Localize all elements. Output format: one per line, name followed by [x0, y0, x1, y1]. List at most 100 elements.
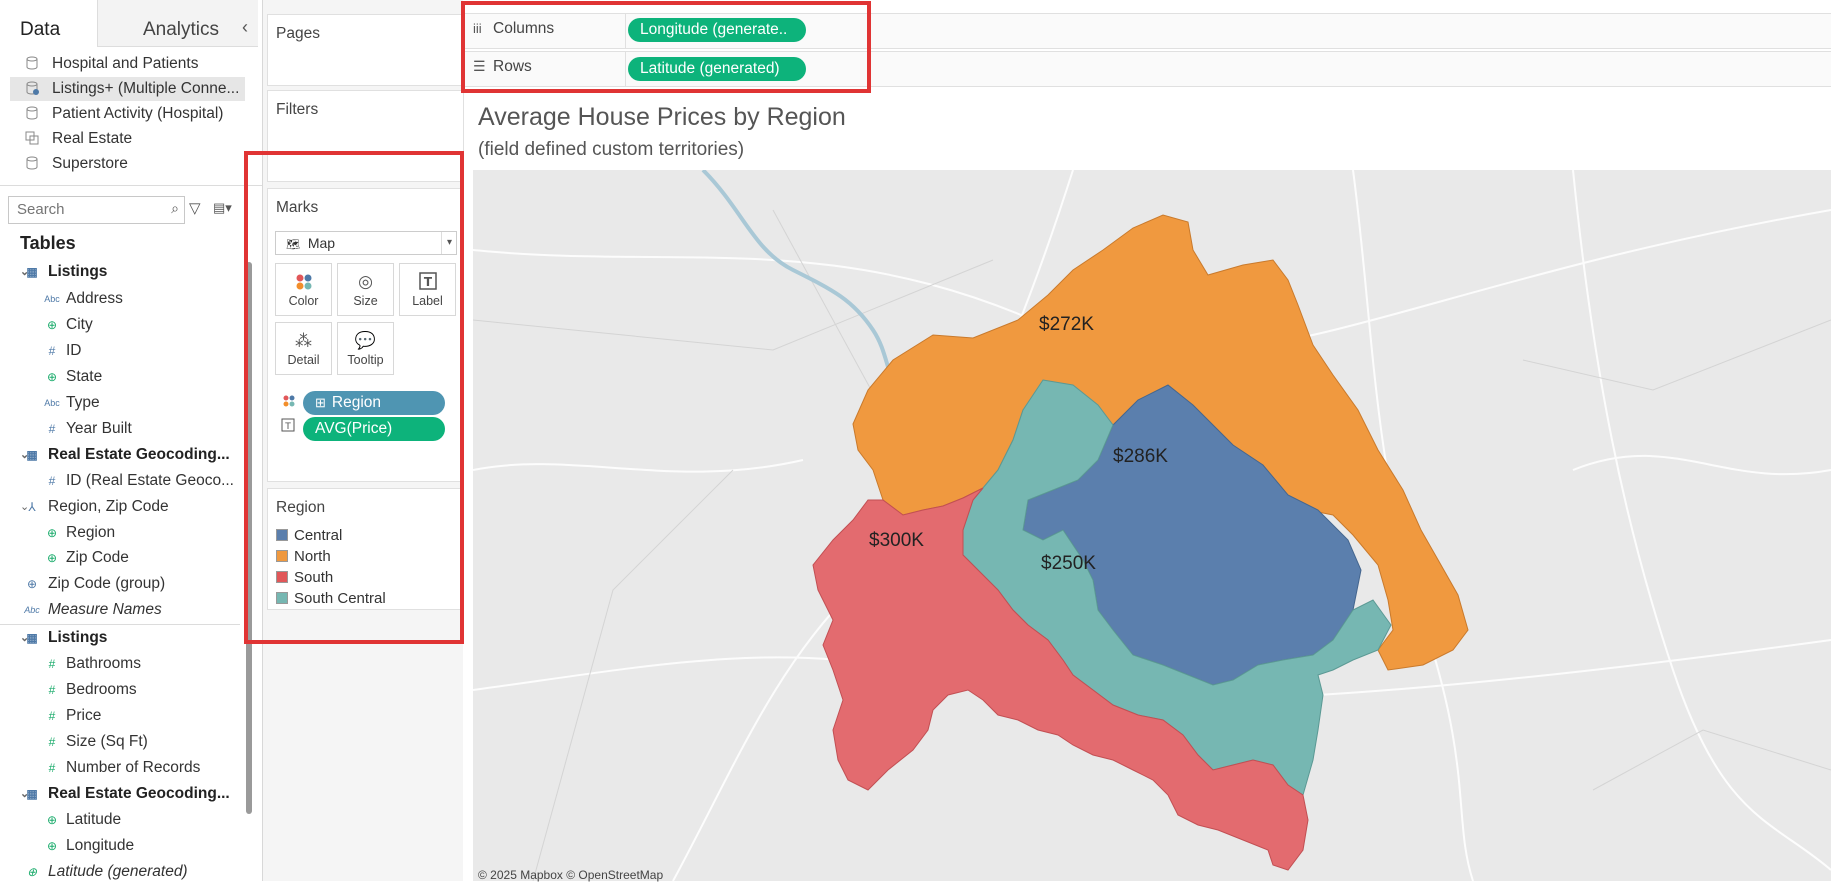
filters-card[interactable]: Filters	[267, 90, 464, 182]
measure-item[interactable]: ⊕ Latitude (generated)	[27, 861, 188, 883]
view-options-icon[interactable]: ▤▾	[213, 200, 232, 216]
tab-analytics[interactable]: Analytics	[97, 0, 258, 47]
filter-icon[interactable]: ▽	[189, 199, 201, 217]
chevron-left-icon[interactable]: ‹	[242, 17, 248, 38]
color-button[interactable]: Color	[275, 263, 332, 316]
measure-item[interactable]: ⊕ Longitude	[47, 835, 134, 857]
region-pill[interactable]: ⊞ Region	[303, 391, 445, 415]
globe-icon: ⊕	[46, 370, 58, 384]
field-item[interactable]: Abc Type	[44, 392, 99, 414]
longitude-pill[interactable]: Longitude (generate..	[628, 18, 806, 42]
cards-column: Pages Filters Marks 🗺 Map ▾ Color ◎ Size…	[263, 0, 464, 881]
number-type-icon: #	[48, 761, 56, 775]
field-item[interactable]: ⊕ Zip Code (group)	[27, 573, 165, 595]
number-type-icon: #	[48, 709, 56, 723]
field-table-geocoding[interactable]: ⌄ ▦ Real Estate Geocoding...	[20, 444, 230, 466]
field-table-listings-measures[interactable]: ⌄ ▦ Listings	[20, 627, 107, 649]
mark-type-value: Map	[307, 235, 336, 251]
map-view[interactable]: $272K $286K $300K $250K	[473, 170, 1831, 881]
measure-item[interactable]: # Price	[49, 705, 102, 727]
datasource-item[interactable]: Listings+ (Multiple Conne...	[10, 77, 245, 101]
avg-price-pill-label: AVG(Price)	[315, 420, 393, 437]
field-item[interactable]: ⊕ Zip Code	[47, 547, 129, 569]
legend-swatch	[276, 550, 288, 562]
field-label: Region, Zip Code	[48, 498, 169, 515]
datasource-item[interactable]: Real Estate	[10, 127, 132, 151]
globe-icon: ⊕	[46, 551, 58, 565]
globe-icon: ⊕	[46, 813, 58, 827]
tab-data[interactable]: Data	[0, 0, 96, 46]
field-item[interactable]: ⊕ Region	[47, 522, 115, 544]
search-input[interactable]	[9, 197, 175, 221]
field-label: Measure Names	[48, 601, 162, 618]
datasource-item[interactable]: Patient Activity (Hospital)	[10, 102, 223, 126]
group-icon: ⊕	[26, 577, 38, 591]
plus-box-icon: ⊞	[315, 395, 326, 410]
field-label: Listings	[48, 263, 108, 280]
datasource-item[interactable]: Hospital and Patients	[10, 52, 198, 76]
measure-item[interactable]: # Bedrooms	[49, 679, 137, 701]
globe-icon: ⊕	[46, 839, 58, 853]
rows-shelf[interactable]: ☰ Rows Latitude (generated)	[463, 51, 1831, 87]
legend-item[interactable]: South Central	[276, 588, 386, 609]
marks-card-title: Marks	[276, 199, 319, 216]
legend-item[interactable]: North	[276, 546, 331, 567]
datasource-label: Listings+ (Multiple Conne...	[52, 80, 240, 97]
color-button-label: Color	[288, 294, 319, 308]
field-item[interactable]: ⊕ City	[47, 314, 93, 336]
measure-item[interactable]: # Size (Sq Ft)	[49, 731, 148, 753]
field-item[interactable]: # ID (Real Estate Geoco...	[49, 470, 234, 492]
detail-icon: ⁂	[295, 331, 312, 350]
field-label: ID (Real Estate Geoco...	[66, 472, 234, 489]
database-icon	[26, 106, 38, 120]
map-icon: 🗺	[286, 239, 300, 251]
legend-title: Region	[276, 499, 326, 516]
mark-type-dropdown[interactable]: 🗺 Map ▾	[275, 231, 457, 255]
avg-price-pill[interactable]: AVG(Price)	[303, 417, 445, 441]
size-button[interactable]: ◎ Size	[337, 263, 394, 316]
size-icon: ◎	[358, 272, 373, 291]
label-button[interactable]: T Label	[399, 263, 456, 316]
field-label: Number of Records	[66, 759, 201, 776]
field-item[interactable]: Abc Address	[44, 288, 123, 310]
datasource-item[interactable]: Superstore	[10, 152, 128, 176]
columns-shelf-label: Columns	[493, 20, 555, 37]
tab-analytics-label: Analytics	[143, 19, 220, 40]
map-attribution[interactable]: © 2025 Mapbox © OpenStreetMap	[478, 868, 663, 882]
rows-icon: ☰	[473, 58, 486, 74]
field-label: Latitude	[66, 811, 122, 828]
field-item[interactable]: # Year Built	[49, 418, 132, 440]
legend-label: North	[294, 548, 331, 565]
measure-item[interactable]: # Bathrooms	[49, 653, 141, 675]
tooltip-button[interactable]: 💬 Tooltip	[337, 322, 394, 375]
chevron-down-icon: ▾	[440, 232, 452, 254]
columns-shelf[interactable]: iii Columns Longitude (generate..	[463, 13, 1831, 49]
field-item[interactable]: ⊕ State	[47, 366, 102, 388]
table-icon: ▦	[26, 631, 38, 645]
legend-item[interactable]: Central	[276, 525, 342, 546]
field-hierarchy[interactable]: ⌄ ⅄ Region, Zip Code	[20, 496, 169, 518]
south-central-price-label: $250K	[1041, 553, 1096, 574]
legend-item[interactable]: South	[276, 567, 333, 588]
data-pane: Data Analytics ‹ Hospital and Patients L…	[0, 0, 263, 881]
tables-heading: Tables	[20, 233, 76, 253]
central-price-label: $286K	[1113, 446, 1168, 467]
svg-text:T: T	[284, 422, 291, 432]
south-price-label: $300K	[869, 530, 924, 551]
vertical-scrollbar[interactable]	[246, 262, 252, 814]
field-item[interactable]: # ID	[49, 340, 82, 362]
field-table-geocoding-measures[interactable]: ⌄ ▦ Real Estate Geocoding...	[20, 783, 230, 805]
field-table-listings[interactable]: ⌄ ▦ Listings	[20, 261, 108, 283]
north-price-label: $272K	[1039, 314, 1094, 335]
legend-swatch	[276, 571, 288, 583]
pages-card[interactable]: Pages	[267, 14, 464, 86]
field-item[interactable]: Abc Measure Names	[24, 599, 162, 621]
tooltip-icon: 💬	[354, 331, 377, 350]
detail-button[interactable]: ⁂ Detail	[275, 322, 332, 375]
latitude-pill[interactable]: Latitude (generated)	[628, 57, 806, 81]
measure-item[interactable]: ⊕ Latitude	[47, 809, 122, 831]
measure-item[interactable]: # Number of Records	[49, 757, 201, 779]
globe-icon: ⊕	[26, 865, 38, 879]
field-label: Address	[66, 290, 123, 307]
search-field[interactable]: ⌕	[8, 196, 185, 224]
